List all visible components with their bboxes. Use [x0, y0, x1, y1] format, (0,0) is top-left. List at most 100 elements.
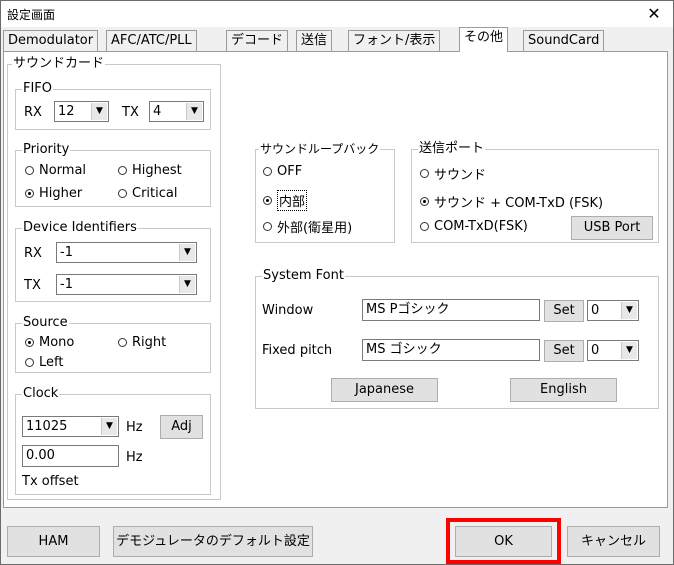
fixed-charset-select[interactable]: 0 ▼ — [587, 340, 639, 361]
priority-higher-radio[interactable]: Higher — [25, 186, 82, 201]
tab-decode[interactable]: デコード — [226, 30, 289, 51]
ham-button-label: HAM — [38, 534, 69, 549]
soundcard-group-title: サウンドカード — [12, 56, 106, 72]
fifo-rx-label: RX — [24, 105, 42, 120]
radio-off-icon — [118, 189, 127, 198]
fixed-font-label: Fixed pitch — [262, 343, 333, 358]
fifo-tx-label: TX — [122, 105, 139, 120]
fifo-rx-select[interactable]: 12 ▼ — [54, 101, 109, 122]
priority-normal-label: Normal — [39, 163, 87, 178]
priority-critical-label: Critical — [132, 186, 178, 201]
tab-soundcard[interactable]: SoundCard — [523, 30, 605, 51]
clock-rate-value: 11025 — [26, 419, 68, 434]
radio-off-icon — [420, 169, 429, 178]
radio-off-icon — [420, 222, 429, 231]
loopback-off-label: OFF — [277, 164, 303, 179]
device-tx-value: -1 — [60, 277, 73, 292]
priority-highest-radio[interactable]: Highest — [118, 163, 182, 178]
tx-offset-input[interactable]: 0.00 — [22, 445, 119, 467]
tx-offset-unit: Hz — [126, 450, 143, 465]
sound-loopback-title: サウンドループバック — [259, 141, 381, 157]
usb-port-button[interactable]: USB Port — [571, 216, 653, 240]
txport-com-radio[interactable]: COM-TxD(FSK) — [420, 219, 528, 234]
window-charset-value: 0 — [591, 303, 600, 318]
priority-critical-radio[interactable]: Critical — [118, 186, 177, 201]
adj-button-label: Adj — [171, 419, 192, 434]
window-font-set-button[interactable]: Set — [544, 300, 584, 322]
english-button-label: English — [540, 382, 587, 397]
radio-off-icon — [263, 167, 272, 176]
radio-off-icon — [25, 358, 34, 367]
chevron-down-icon: ▼ — [621, 342, 637, 359]
ok-highlight-frame — [446, 518, 561, 564]
fixed-charset-value: 0 — [591, 343, 600, 358]
loopback-off-radio[interactable]: OFF — [263, 164, 302, 179]
chevron-down-icon: ▼ — [186, 103, 202, 120]
priority-normal-radio[interactable]: Normal — [25, 163, 86, 178]
system-font-title: System Font — [262, 268, 345, 284]
demod-default-button[interactable]: デモジュレータのデフォルト設定 — [113, 526, 313, 557]
window-charset-select[interactable]: 0 ▼ — [587, 300, 639, 321]
tab-demodulator[interactable]: Demodulator — [3, 30, 99, 51]
source-mono-radio[interactable]: Mono — [25, 335, 74, 350]
radio-on-icon — [263, 196, 272, 205]
txport-com-label: COM-TxD(FSK) — [434, 219, 528, 234]
device-rx-select[interactable]: -1 ▼ — [56, 242, 197, 263]
clock-unit-label: Hz — [126, 420, 143, 435]
radio-off-icon — [118, 166, 127, 175]
priority-group-title: Priority — [22, 142, 71, 158]
radio-off-icon — [25, 166, 34, 175]
device-tx-label: TX — [24, 278, 41, 293]
tab-transmit[interactable]: 送信 — [296, 30, 333, 51]
close-icon[interactable]: ✕ — [639, 1, 669, 27]
title-bar: 設定画面 ✕ — [1, 1, 673, 27]
english-button[interactable]: English — [510, 378, 617, 402]
priority-highest-label: Highest — [132, 163, 182, 178]
radio-on-icon — [25, 338, 34, 347]
source-right-radio[interactable]: Right — [118, 335, 166, 350]
txport-sound-label: サウンド — [434, 168, 487, 183]
usb-port-button-label: USB Port — [583, 220, 641, 235]
source-left-radio[interactable]: Left — [25, 355, 63, 370]
clock-group-title: Clock — [22, 386, 60, 402]
loopback-external-radio[interactable]: 外部(衛星用) — [263, 217, 352, 236]
tab-other[interactable]: その他 — [459, 27, 509, 52]
cancel-button[interactable]: キャンセル — [567, 526, 660, 557]
demod-default-button-label: デモジュレータのデフォルト設定 — [116, 534, 310, 549]
window-font-set-label: Set — [553, 303, 575, 318]
loopback-internal-label: 内部 — [277, 190, 308, 211]
japanese-button-label: Japanese — [354, 382, 415, 397]
ham-button[interactable]: HAM — [7, 526, 100, 557]
clock-rate-select[interactable]: 11025 ▼ — [22, 416, 119, 437]
txport-sound-com-label: サウンド + COM-TxD (FSK) — [434, 196, 604, 211]
fifo-rx-value: 12 — [58, 104, 75, 119]
fifo-group-title: FIFO — [22, 81, 54, 97]
tx-offset-label: Tx offset — [22, 474, 79, 489]
fixed-font-input[interactable]: MS ゴシック — [362, 339, 540, 361]
tx-port-title: 送信ポート — [418, 141, 486, 157]
adj-button[interactable]: Adj — [160, 415, 203, 439]
tab-afc-atc-pll[interactable]: AFC/ATC/PLL — [106, 30, 197, 51]
radio-on-icon — [420, 197, 429, 206]
device-rx-value: -1 — [60, 245, 73, 260]
window-font-input[interactable]: MS Pゴシック — [362, 299, 540, 321]
fifo-tx-value: 4 — [153, 104, 162, 119]
fixed-font-set-button[interactable]: Set — [544, 340, 584, 362]
radio-off-icon — [263, 222, 272, 231]
loopback-internal-radio[interactable]: 内部 — [263, 190, 308, 211]
cancel-button-label: キャンセル — [580, 534, 646, 549]
tab-font-display[interactable]: フォント/表示 — [348, 30, 441, 51]
fifo-tx-select[interactable]: 4 ▼ — [149, 101, 204, 122]
radio-off-icon — [118, 338, 127, 347]
window-title: 設定画面 — [7, 8, 56, 22]
window-font-label: Window — [262, 303, 314, 318]
japanese-button[interactable]: Japanese — [331, 378, 438, 402]
source-left-label: Left — [39, 355, 64, 370]
device-rx-label: RX — [24, 246, 42, 261]
device-tx-select[interactable]: -1 ▼ — [56, 274, 197, 295]
txport-sound-radio[interactable]: サウンド — [420, 164, 486, 183]
source-mono-label: Mono — [39, 335, 75, 350]
chevron-down-icon: ▼ — [621, 302, 637, 319]
source-right-label: Right — [132, 335, 167, 350]
txport-sound-com-radio[interactable]: サウンド + COM-TxD (FSK) — [420, 192, 603, 211]
